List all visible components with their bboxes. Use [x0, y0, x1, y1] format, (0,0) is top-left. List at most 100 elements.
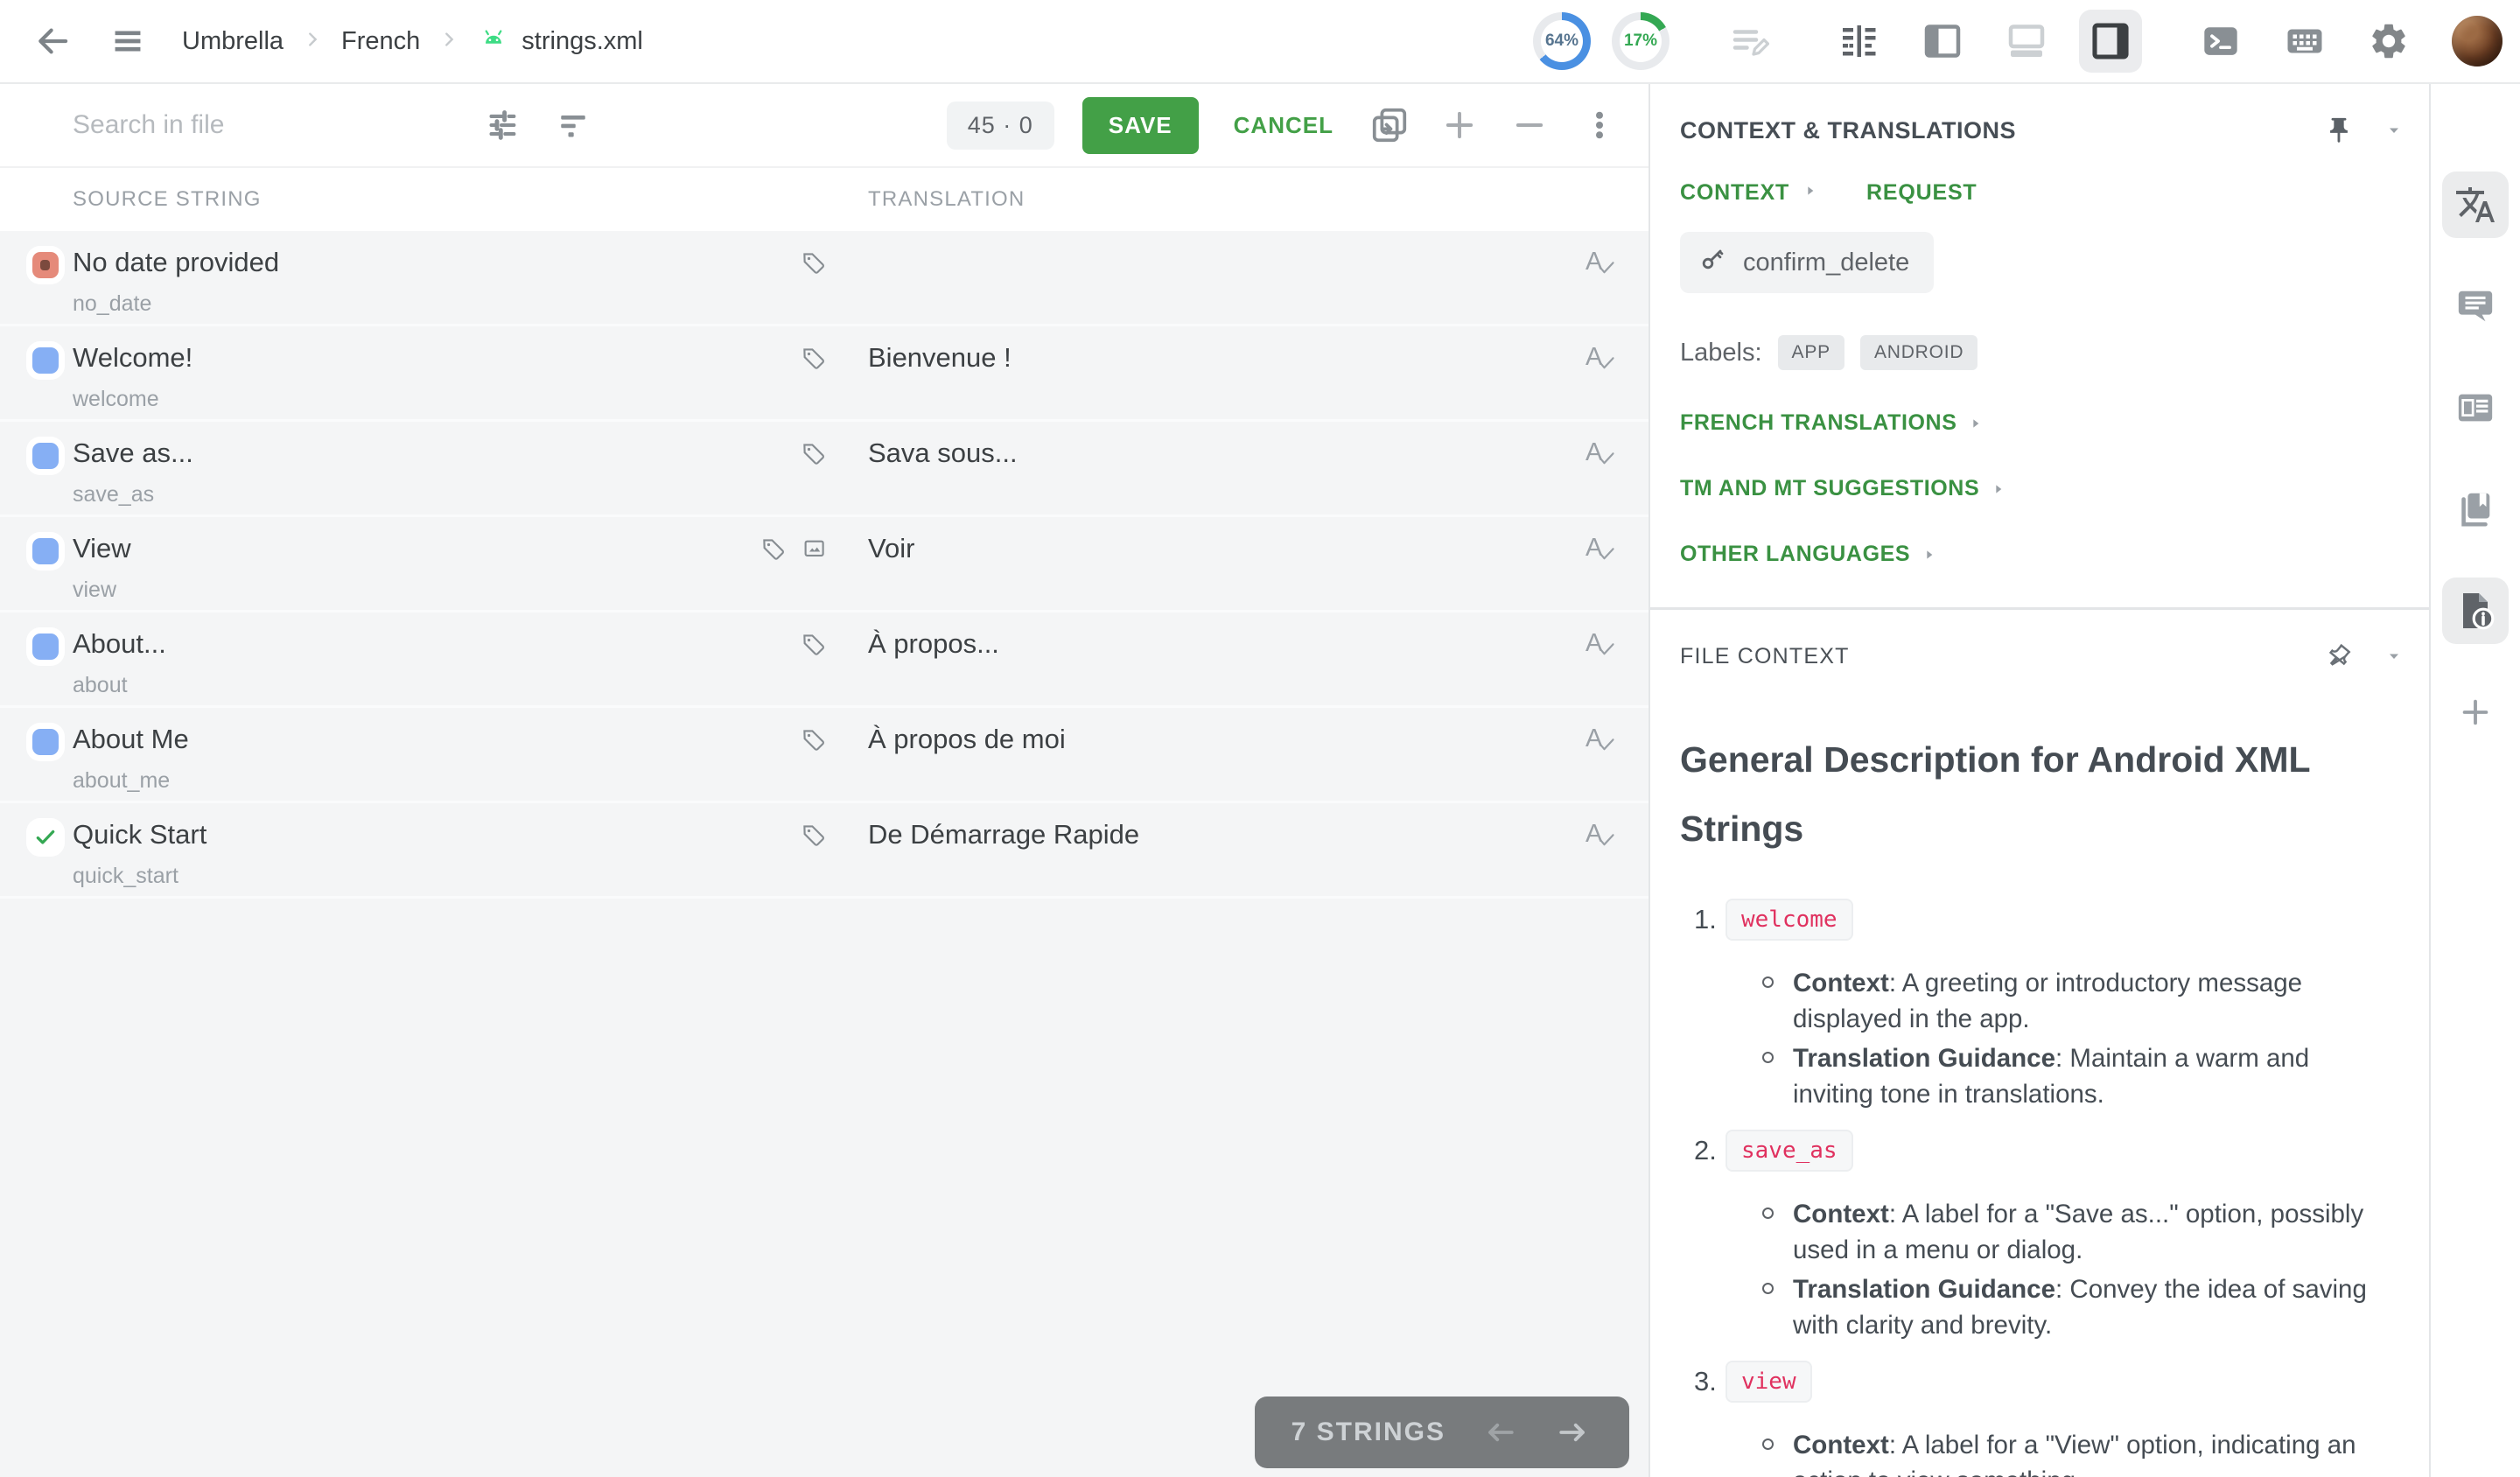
collapse-section-icon[interactable] [2384, 646, 2404, 667]
file-context-document: General Description for Android XML Stri… [1680, 725, 2404, 1477]
tag-icon [801, 632, 827, 662]
tab-context[interactable]: CONTEXT [1680, 180, 1789, 206]
table-row[interactable]: View view Voir A [0, 517, 1648, 612]
translation-memory-tab-icon[interactable] [2442, 374, 2509, 441]
keyboard-shortcuts-icon[interactable] [2273, 10, 2336, 73]
screenshot-icon [801, 536, 827, 567]
approved-progress-ring[interactable]: 17% [1612, 12, 1670, 70]
doc-item: 2. save_as ContextA label for a "Save as… [1680, 1130, 2384, 1343]
multilingual-view-icon[interactable] [1995, 10, 2058, 73]
table-row[interactable]: Save as... save_as Sava sous... A [0, 422, 1648, 517]
status-untranslated-icon [32, 538, 59, 564]
spellcheck-icon[interactable]: A [1586, 630, 1620, 665]
translated-progress-value: 64% [1545, 32, 1578, 51]
zoom-out-icon[interactable] [1508, 104, 1550, 146]
search-settings-icon[interactable] [480, 104, 522, 146]
back-icon[interactable] [32, 20, 74, 62]
next-string-icon[interactable] [1554, 1413, 1592, 1452]
file-context-tab-icon[interactable] [2442, 578, 2509, 644]
translation-string [868, 231, 1554, 324]
user-avatar[interactable] [2452, 16, 2502, 66]
spellcheck-icon[interactable]: A [1586, 725, 1620, 760]
translation-string: Bienvenue ! [868, 326, 1554, 419]
draft-edit-icon [1717, 10, 1780, 73]
tab-request[interactable]: REQUEST [1866, 180, 1977, 206]
chevron-right-icon [439, 27, 458, 56]
side-by-side-view-icon[interactable] [1911, 10, 1974, 73]
status-untranslated-icon [32, 729, 59, 755]
settings-gear-icon[interactable] [2357, 10, 2420, 73]
section-french-translations[interactable]: FRENCH TRANSLATIONS [1680, 410, 2404, 436]
unpin-icon[interactable] [2324, 641, 2354, 671]
string-key: no_date [73, 289, 746, 318]
table-row[interactable]: No date provided no_date A [0, 231, 1648, 326]
pin-icon[interactable] [2324, 116, 2354, 145]
table-row[interactable]: Quick Start quick_start De Démarrage Rap… [0, 803, 1648, 899]
spellcheck-icon[interactable]: A [1586, 344, 1620, 379]
add-panel-icon[interactable] [2442, 679, 2509, 746]
spellcheck-icon[interactable]: A [1586, 439, 1620, 474]
breadcrumb-project[interactable]: Umbrella [182, 27, 284, 56]
menu-icon[interactable] [107, 20, 149, 62]
string-key: quick_start [73, 861, 746, 891]
more-options-icon[interactable] [1578, 104, 1620, 146]
tag-icon [801, 250, 827, 281]
file-context-title: FILE CONTEXT [1680, 644, 2324, 669]
strings-pager: 7 STRINGS [1255, 1396, 1629, 1468]
save-button[interactable]: SAVE [1082, 97, 1199, 154]
collapse-section-icon[interactable] [2384, 120, 2404, 141]
translated-progress-ring[interactable]: 64% [1533, 12, 1591, 70]
spellcheck-icon[interactable]: A [1586, 821, 1620, 856]
cancel-button[interactable]: CANCEL [1227, 103, 1340, 148]
tag-icon [801, 441, 827, 472]
android-icon [478, 22, 509, 60]
string-key: about [73, 670, 746, 700]
tag-icon [760, 536, 787, 567]
status-untranslated-icon [32, 634, 59, 660]
table-header: SOURCE STRING TRANSLATION [0, 168, 1648, 231]
status-approved-icon [32, 824, 59, 850]
section-other-languages[interactable]: OTHER LANGUAGES [1680, 542, 2404, 567]
table-row[interactable]: About Me about_me À propos de moi A [0, 708, 1648, 803]
context-panel-title: CONTEXT & TRANSLATIONS [1680, 117, 2324, 144]
section-tm-mt-suggestions[interactable]: TM AND MT SUGGESTIONS [1680, 476, 2404, 501]
spellcheck-icon[interactable]: A [1586, 248, 1620, 284]
search-input[interactable] [73, 110, 449, 140]
breadcrumb-language[interactable]: French [341, 27, 420, 56]
comments-tab-icon[interactable] [2442, 273, 2509, 340]
doc-item: 1. welcome ContextA greeting or introduc… [1680, 899, 2384, 1112]
side-panel-view-icon[interactable] [2079, 10, 2142, 73]
strings-list: No date provided no_date A Welcome! welc… [0, 231, 1648, 1477]
string-key: save_as [73, 480, 746, 509]
copy-source-icon[interactable] [1368, 104, 1410, 146]
glossary-tab-icon[interactable] [2442, 476, 2509, 542]
string-key-pill[interactable]: confirm_delete [1680, 232, 1934, 293]
approved-progress-value: 17% [1624, 32, 1657, 51]
spellcheck-icon[interactable]: A [1586, 535, 1620, 570]
console-icon[interactable] [2189, 10, 2252, 73]
caret-right-icon [1803, 184, 1817, 202]
code-key: view [1726, 1361, 1812, 1403]
source-string: No date provided [73, 243, 746, 282]
doc-item: 3. view ContextA label for a "View" opti… [1680, 1361, 2384, 1477]
right-icon-bar [2429, 84, 2520, 1477]
previous-string-icon[interactable] [1480, 1413, 1519, 1452]
tag-icon [801, 822, 827, 853]
source-string: Quick Start [73, 816, 746, 854]
translation-string: Voir [868, 517, 1554, 610]
table-row[interactable]: Welcome! welcome Bienvenue ! A [0, 326, 1648, 422]
label-badge[interactable]: APP [1778, 335, 1844, 370]
zoom-in-icon[interactable] [1438, 104, 1480, 146]
translation-string: Sava sous... [868, 422, 1554, 514]
filter-icon[interactable] [552, 104, 594, 146]
strings-panel: 45 · 0 SAVE CANCEL SOURCE STRING [0, 84, 1650, 1477]
table-row[interactable]: About... about À propos... A [0, 612, 1648, 708]
comfortable-view-icon[interactable] [1827, 10, 1890, 73]
tag-icon [801, 727, 827, 758]
string-key: welcome [73, 384, 746, 414]
source-string: About Me [73, 720, 746, 759]
breadcrumb-file[interactable]: strings.xml [478, 22, 643, 60]
translations-tab-icon[interactable] [2442, 172, 2509, 238]
label-badge[interactable]: ANDROID [1860, 335, 1978, 370]
status-untranslated-icon [32, 347, 59, 374]
